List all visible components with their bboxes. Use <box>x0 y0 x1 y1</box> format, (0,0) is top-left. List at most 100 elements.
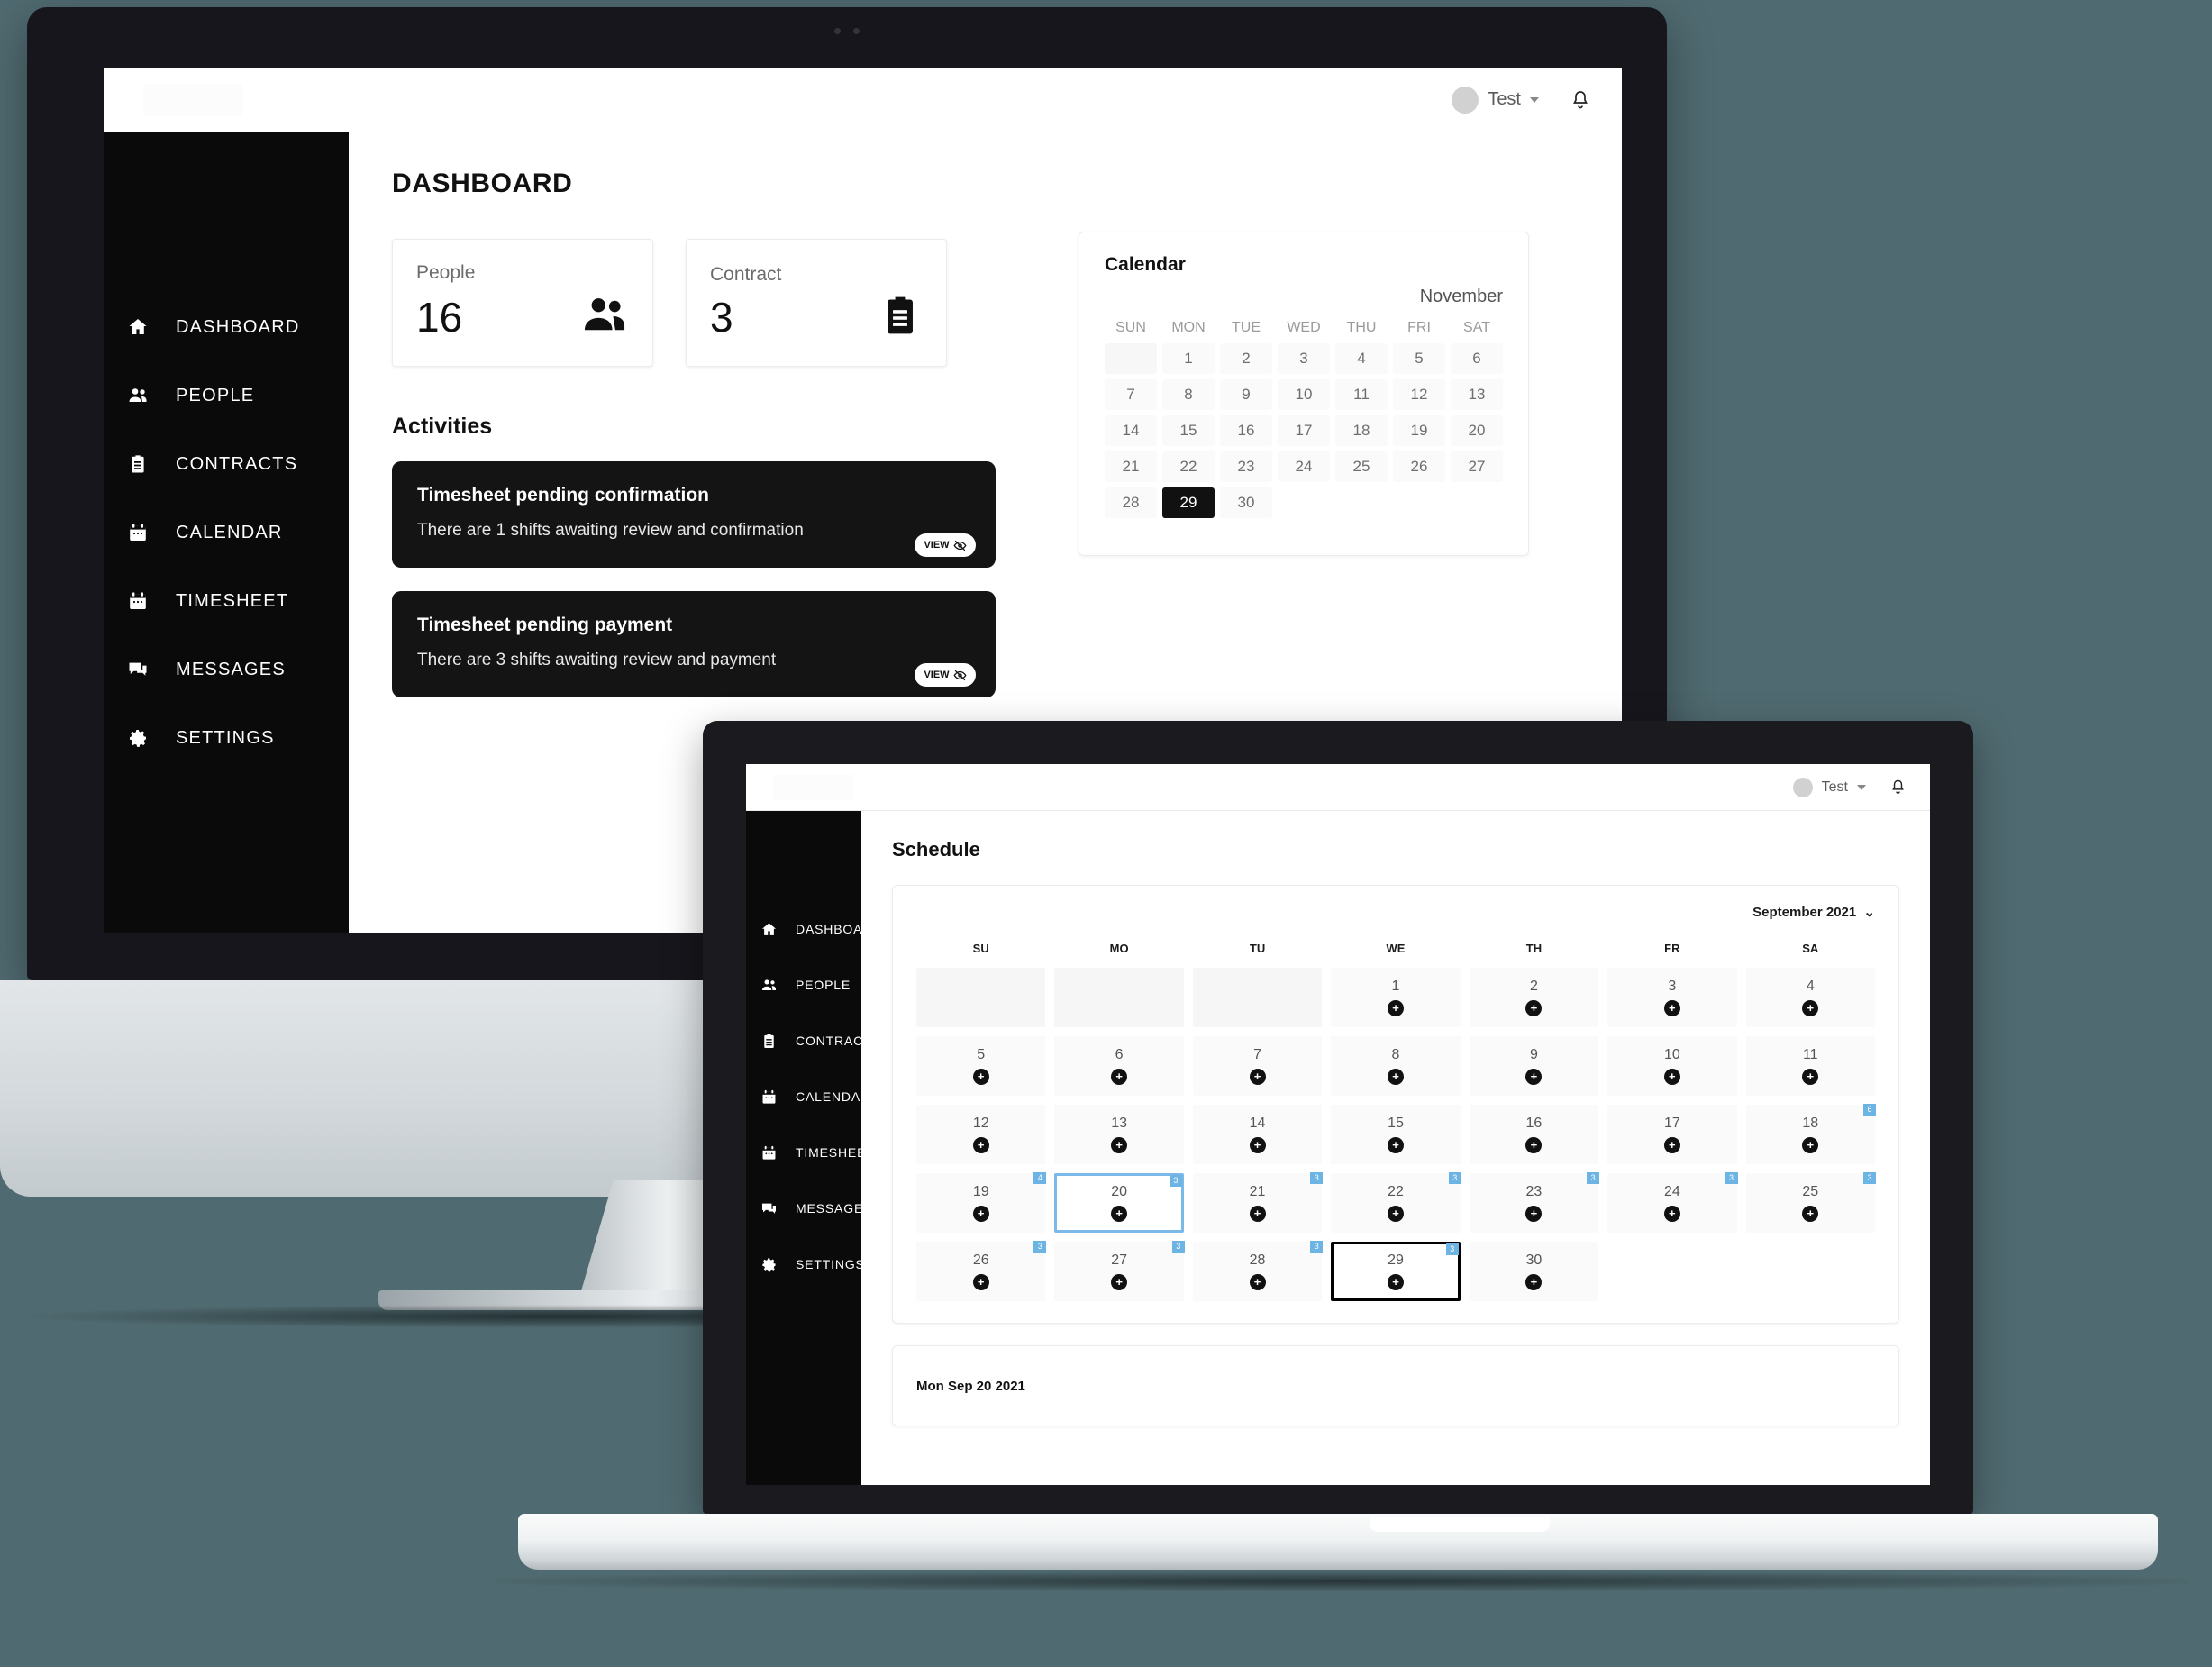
schedule-cell[interactable]: 8 + <box>1331 1036 1461 1096</box>
plus-icon[interactable]: + <box>1525 1068 1543 1085</box>
plus-icon[interactable]: + <box>1387 1273 1404 1290</box>
plus-icon[interactable]: + <box>1111 1068 1128 1085</box>
schedule-cell[interactable]: 4 + <box>1745 968 1875 1027</box>
schedule-cell[interactable]: 9 + <box>1469 1036 1599 1096</box>
schedule-cell[interactable]: 17 + <box>1607 1105 1737 1164</box>
sidebar-item-messages[interactable]: MESSAGES <box>746 1180 871 1236</box>
plus-icon[interactable]: + <box>1663 1205 1680 1222</box>
calendar-cell[interactable]: 23 <box>1220 451 1272 482</box>
plus-icon[interactable]: + <box>1387 999 1404 1016</box>
calendar-cell[interactable]: 17 <box>1278 415 1330 446</box>
plus-icon[interactable]: + <box>1525 1273 1543 1290</box>
month-selector[interactable]: September 2021 ⌄ <box>916 904 1875 920</box>
schedule-cell[interactable]: 12 + <box>916 1105 1046 1164</box>
chevron-down-icon[interactable] <box>1857 784 1866 790</box>
calendar-cell[interactable]: 7 <box>1105 379 1157 410</box>
plus-icon[interactable]: + <box>1249 1068 1266 1085</box>
schedule-cell[interactable]: 1 + <box>1331 968 1461 1027</box>
plus-icon[interactable]: + <box>1387 1136 1404 1153</box>
calendar-cell[interactable]: 10 <box>1278 379 1330 410</box>
plus-icon[interactable]: + <box>1387 1068 1404 1085</box>
bell-icon[interactable] <box>1889 779 1907 796</box>
chevron-down-icon[interactable] <box>1530 96 1539 103</box>
schedule-cell-today[interactable]: 29 +3 <box>1331 1242 1461 1301</box>
schedule-cell[interactable]: 2 + <box>1469 968 1599 1027</box>
plus-icon[interactable]: + <box>1525 1205 1543 1222</box>
plus-icon[interactable]: + <box>1111 1136 1128 1153</box>
plus-icon[interactable]: + <box>1663 1068 1680 1085</box>
sidebar-item-calendar[interactable]: CALENDAR <box>746 1069 869 1125</box>
plus-icon[interactable]: + <box>972 1205 989 1222</box>
plus-icon[interactable]: + <box>1525 999 1543 1016</box>
calendar-cell[interactable]: 3 <box>1278 343 1330 374</box>
user-menu[interactable]: Test <box>1792 777 1866 797</box>
calendar-cell-today[interactable]: 29 <box>1162 487 1215 518</box>
schedule-cell[interactable]: 22 +3 <box>1331 1172 1461 1233</box>
plus-icon[interactable]: + <box>1111 1273 1128 1290</box>
calendar-cell[interactable]: 20 <box>1451 415 1503 446</box>
schedule-cell[interactable]: 13 + <box>1054 1105 1184 1164</box>
calendar-cell[interactable]: 15 <box>1162 415 1215 446</box>
calendar-cell[interactable]: 11 <box>1335 379 1388 410</box>
calendar-cell[interactable]: 30 <box>1220 487 1272 518</box>
calendar-cell[interactable]: 12 <box>1393 379 1445 410</box>
calendar-cell[interactable]: 26 <box>1393 451 1445 482</box>
schedule-cell[interactable]: 19 +4 <box>916 1172 1047 1233</box>
bell-icon[interactable] <box>1570 89 1591 111</box>
activity-card-payment[interactable]: Timesheet pending payment There are 3 sh… <box>392 591 996 697</box>
calendar-cell[interactable]: 13 <box>1451 379 1503 410</box>
sidebar-item-people[interactable]: PEOPLE <box>746 957 861 1013</box>
plus-icon[interactable]: + <box>1249 1273 1266 1290</box>
calendar-cell[interactable]: 28 <box>1105 487 1157 518</box>
calendar-cell[interactable]: 4 <box>1335 343 1388 374</box>
schedule-cell[interactable]: 3 + <box>1607 968 1737 1027</box>
calendar-cell[interactable]: 18 <box>1335 415 1388 446</box>
sidebar-item-settings[interactable]: SETTINGS <box>104 704 349 772</box>
schedule-cell[interactable]: 14 + <box>1192 1105 1323 1164</box>
schedule-cell[interactable]: 24 +3 <box>1607 1172 1738 1233</box>
plus-icon[interactable]: + <box>1802 999 1819 1016</box>
plus-icon[interactable]: + <box>1802 1136 1819 1153</box>
plus-icon[interactable]: + <box>1111 1205 1128 1222</box>
calendar-cell[interactable]: 25 <box>1335 451 1388 482</box>
schedule-cell[interactable]: 26 +3 <box>916 1241 1047 1301</box>
plus-icon[interactable]: + <box>972 1273 989 1290</box>
plus-icon[interactable]: + <box>1802 1205 1819 1222</box>
calendar-cell[interactable]: 16 <box>1220 415 1272 446</box>
plus-icon[interactable]: + <box>1525 1136 1543 1153</box>
schedule-cell[interactable]: 16 + <box>1469 1105 1599 1164</box>
plus-icon[interactable]: + <box>1663 1136 1680 1153</box>
calendar-cell[interactable]: 8 <box>1162 379 1215 410</box>
plus-icon[interactable]: + <box>1387 1205 1404 1222</box>
sidebar-item-calendar[interactable]: CALENDAR <box>104 498 349 567</box>
sidebar-item-messages[interactable]: MESSAGES <box>104 635 349 704</box>
plus-icon[interactable]: + <box>1249 1205 1266 1222</box>
schedule-cell[interactable]: 11 + <box>1745 1036 1875 1096</box>
calendar-cell[interactable]: 19 <box>1393 415 1445 446</box>
schedule-cell[interactable]: 28 +3 <box>1192 1241 1324 1301</box>
view-button[interactable]: VIEW <box>915 533 976 557</box>
sidebar-item-timesheet[interactable]: TIMESHEET <box>104 567 349 635</box>
activity-card-confirmation[interactable]: Timesheet pending confirmation There are… <box>392 461 996 568</box>
calendar-cell[interactable]: 27 <box>1451 451 1503 482</box>
schedule-cell[interactable]: 18 +6 <box>1745 1104 1876 1164</box>
calendar-cell[interactable]: 24 <box>1278 451 1330 482</box>
sidebar-item-people[interactable]: PEOPLE <box>104 361 349 430</box>
plus-icon[interactable]: + <box>1802 1068 1819 1085</box>
stat-card-contract[interactable]: Contract 3 <box>686 239 947 367</box>
schedule-cell[interactable]: 27 +3 <box>1054 1241 1185 1301</box>
schedule-cell[interactable]: 21 +3 <box>1192 1172 1324 1233</box>
sidebar-item-contracts[interactable]: CONTRACTS <box>104 430 349 498</box>
schedule-cell[interactable]: 7 + <box>1192 1036 1323 1096</box>
calendar-cell[interactable]: 6 <box>1451 343 1503 374</box>
schedule-cell-selected[interactable]: 20 +3 <box>1054 1173 1184 1233</box>
calendar-cell[interactable]: 2 <box>1220 343 1272 374</box>
plus-icon[interactable]: + <box>972 1136 989 1153</box>
user-menu[interactable]: Test <box>1452 86 1539 114</box>
view-button[interactable]: VIEW <box>915 663 976 687</box>
plus-icon[interactable]: + <box>1249 1136 1266 1153</box>
sidebar-item-dashboard[interactable]: DASHBOARD <box>104 293 349 361</box>
schedule-cell[interactable]: 23 +3 <box>1469 1172 1600 1233</box>
schedule-cell[interactable]: 5 + <box>916 1036 1046 1096</box>
sidebar-item-dashboard[interactable]: DASHBOARD <box>746 901 881 957</box>
